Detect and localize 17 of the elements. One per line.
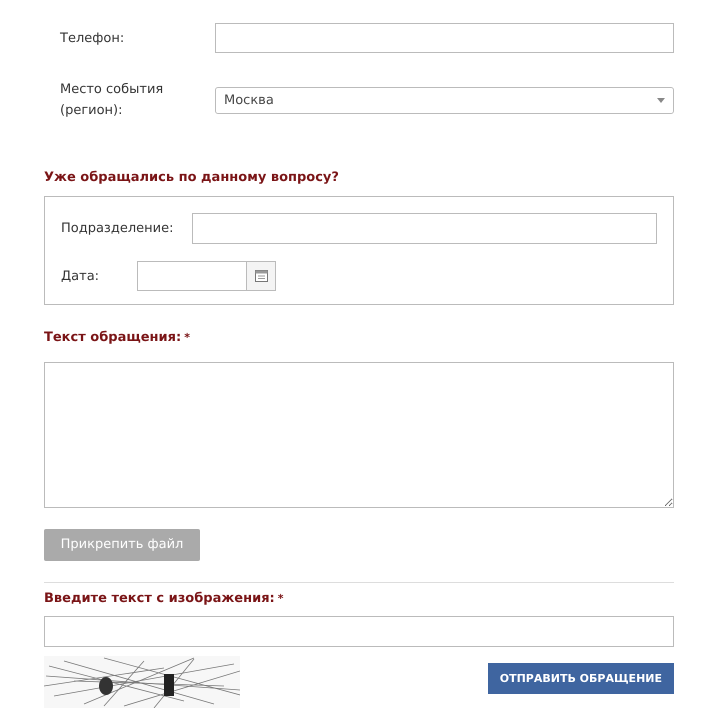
- field-label: Телефон:: [60, 30, 126, 48]
- section-heading: Уже обращались по данному вопросу?: [44, 169, 340, 187]
- caret-icon: [657, 98, 665, 102]
- section-heading: Введите текст с изображения: *: [44, 590, 285, 608]
- field-label: Дата:: [61, 268, 100, 286]
- field-label: Подразделение:: [61, 220, 174, 238]
- calendar-button[interactable]: [247, 261, 276, 291]
- date-field[interactable]: [137, 261, 247, 291]
- calendar-icon: [254, 270, 268, 282]
- message-field[interactable]: [44, 362, 674, 508]
- submit-button[interactable]: ОТПРАВИТЬ ОБРАЩЕНИЕ: [488, 662, 674, 694]
- captcha-field[interactable]: [44, 616, 674, 647]
- department-field[interactable]: [192, 213, 657, 244]
- phone-field[interactable]: [215, 23, 674, 53]
- section-heading: Текст обращения: *: [44, 328, 191, 347]
- field-label: Место события (регион):: [60, 81, 164, 120]
- region-select[interactable]: Москва: [215, 86, 674, 114]
